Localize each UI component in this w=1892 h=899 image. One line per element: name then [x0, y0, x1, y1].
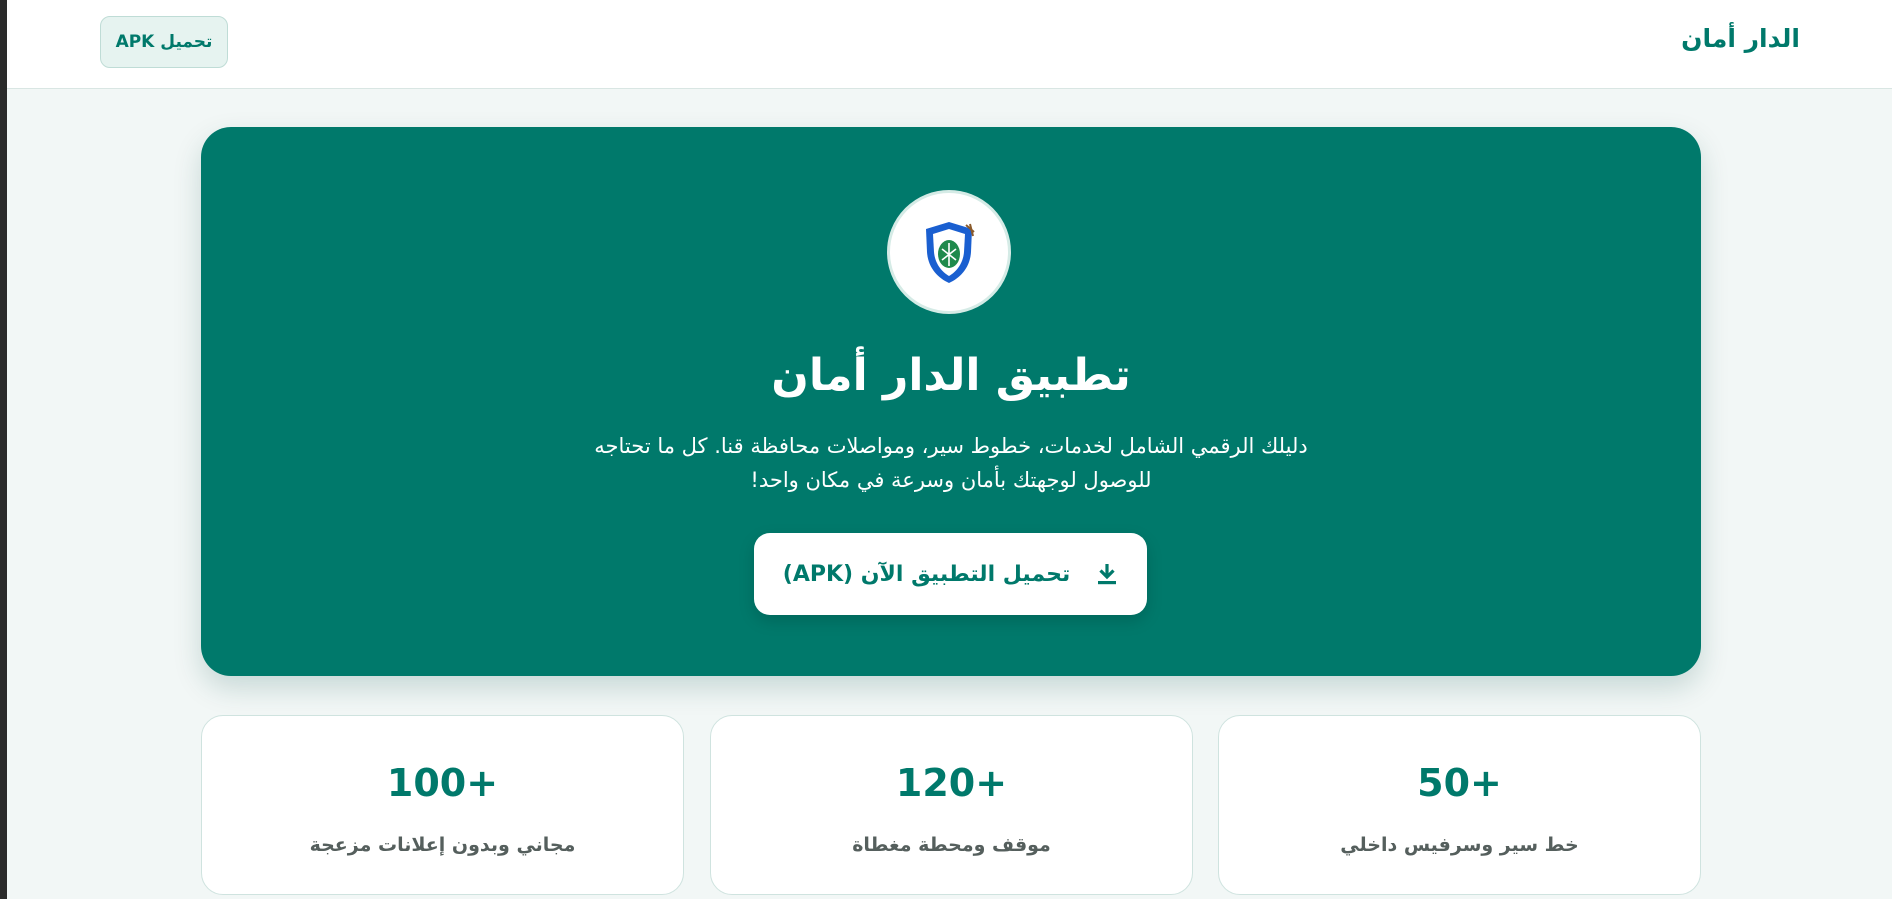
- download-icon: [1098, 564, 1117, 585]
- shield-leaf-icon: [926, 222, 975, 283]
- hero-title: تطبيق الدار أمان: [771, 350, 1131, 401]
- stat-label: مجاني وبدون إعلانات مزعجة: [309, 834, 576, 856]
- hero-description: دليلك الرقمي الشامل لخدمات، خطوط سير، وم…: [594, 434, 1308, 492]
- hero-section: تطبيق الدار أمان دليلك الرقمي الشامل لخد…: [201, 127, 1701, 676]
- stat-label: خط سير وسرفيس داخلي: [1340, 834, 1579, 856]
- stat-label: موقف ومحطة مغطاة: [852, 834, 1051, 856]
- top-navbar: الدار أمان تحميل APK: [7, 0, 1892, 89]
- download-app-button[interactable]: تحميل التطبيق الآن (APK): [754, 533, 1147, 615]
- app-logo: [887, 190, 1011, 314]
- stat-value: 120+: [895, 761, 1008, 805]
- window-edge: [0, 0, 7, 899]
- header-download-apk-button[interactable]: تحميل APK: [100, 16, 228, 68]
- stat-card-routes: 50+ خط سير وسرفيس داخلي: [1218, 715, 1701, 895]
- stat-value: 100+: [386, 761, 499, 805]
- download-button-label: تحميل التطبيق الآن (APK): [782, 561, 1071, 587]
- stat-card-stations: 120+ موقف ومحطة مغطاة: [710, 715, 1193, 895]
- stat-card-free: 100+ مجاني وبدون إعلانات مزعجة: [201, 715, 684, 895]
- brand-title[interactable]: الدار أمان: [1681, 24, 1800, 53]
- stat-value: 50+: [1417, 761, 1502, 805]
